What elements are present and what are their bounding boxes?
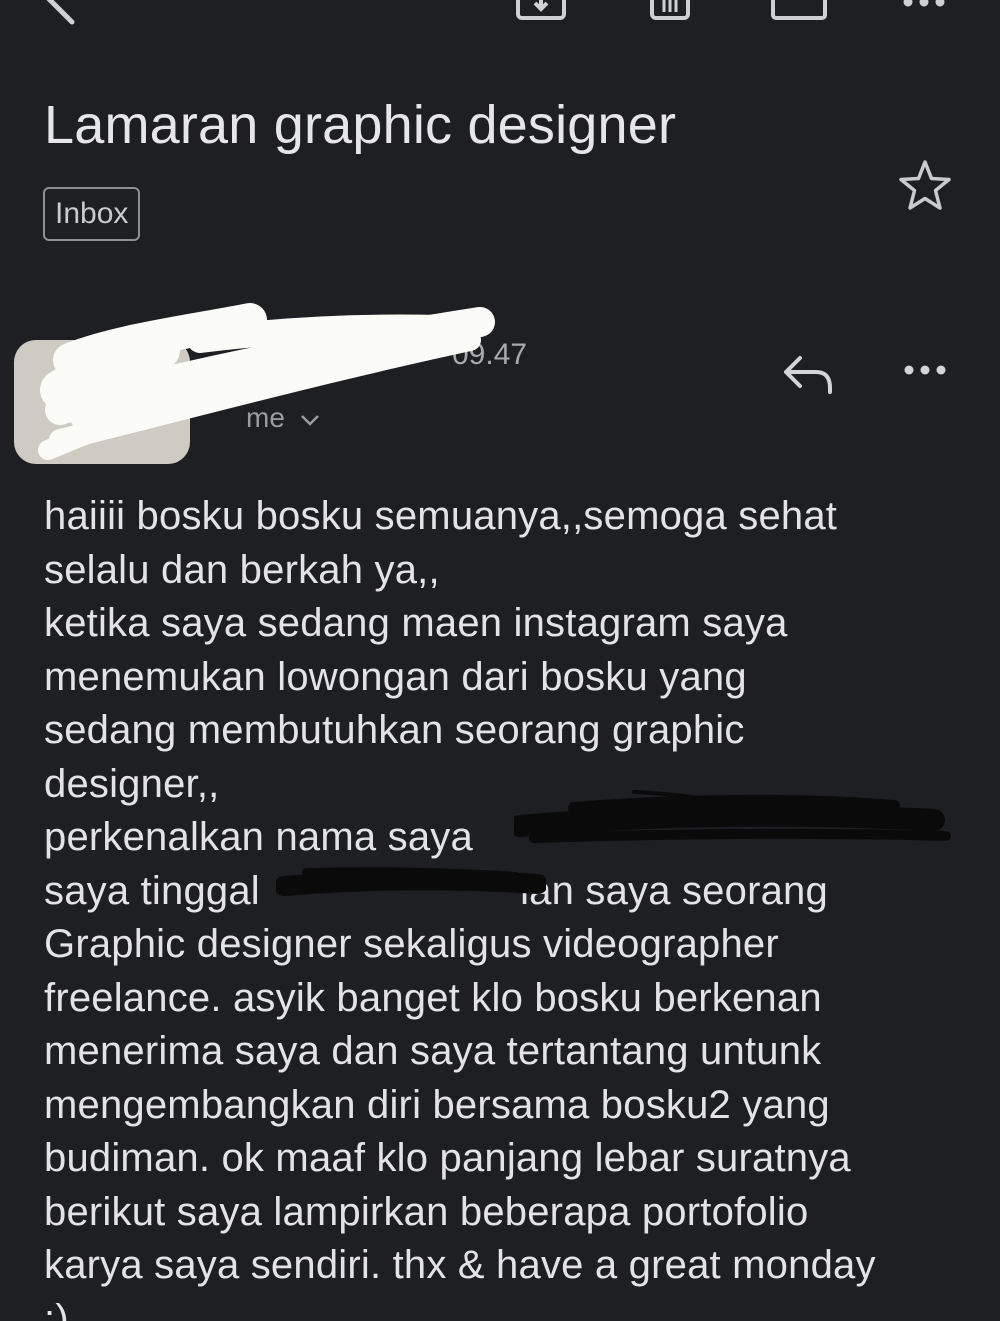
redaction-mark bbox=[514, 790, 951, 843]
body-line: sedang membutuhkan seorang graphic bbox=[44, 708, 745, 752]
email-subject: Lamaran graphic designer bbox=[44, 95, 677, 155]
top-toolbar bbox=[0, 0, 1000, 30]
more-horizontal-icon[interactable] bbox=[900, 0, 950, 21]
more-horizontal-icon[interactable] bbox=[902, 360, 950, 385]
body-line: freelance. asyik banget klo bosku berken… bbox=[44, 975, 822, 1020]
email-view-screen: Lamaran graphic designer Inbox 09.47 me bbox=[0, 0, 1000, 1321]
redaction-mark bbox=[276, 867, 546, 896]
trash-icon[interactable] bbox=[646, 0, 696, 31]
redaction-scribble bbox=[38, 303, 495, 460]
body-line: mengembangkan diri bersama bosku2 yang bbox=[44, 1082, 830, 1127]
body-line: berikut saya lampirkan beberapa portofol… bbox=[44, 1189, 809, 1234]
body-line: ketika saya sedang maen instagram saya bbox=[44, 601, 788, 645]
archive-icon[interactable] bbox=[514, 0, 570, 31]
body-line: :) bbox=[44, 1296, 69, 1321]
body-line: haiiii bosku bosku semuanya,,semoga seha… bbox=[44, 494, 838, 538]
reply-icon[interactable] bbox=[782, 352, 836, 403]
body-line: budiman. ok maaf klo panjang lebar surat… bbox=[44, 1136, 851, 1180]
star-icon[interactable] bbox=[896, 158, 954, 219]
back-arrow-icon[interactable] bbox=[28, 0, 88, 31]
body-line: menemukan lowongan dari bosku yang bbox=[44, 654, 747, 699]
email-body: haiiii bosku bosku semuanya,,semoga seha… bbox=[44, 490, 984, 1321]
body-line: karya saya sendiri. thx & have a great m… bbox=[44, 1243, 876, 1287]
body-line: menerima saya dan saya tertantang untunk bbox=[44, 1029, 822, 1073]
body-line: selalu dan berkah ya,, bbox=[44, 547, 440, 592]
inbox-label-chip[interactable]: Inbox bbox=[43, 187, 141, 241]
body-line: Graphic designer sekaligus videographer bbox=[44, 922, 779, 966]
sender-row: 09.47 me bbox=[0, 300, 1000, 470]
mail-icon[interactable] bbox=[770, 0, 830, 31]
